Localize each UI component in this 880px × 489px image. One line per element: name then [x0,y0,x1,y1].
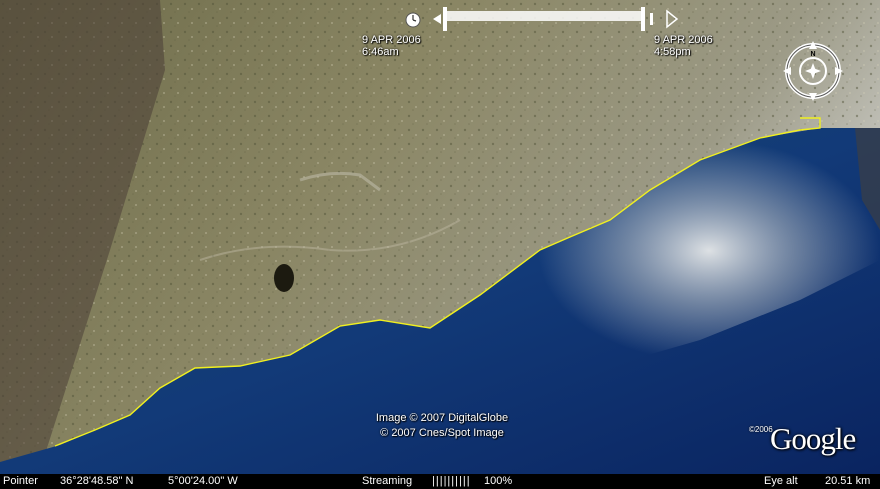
pointer-label: Pointer [3,475,38,487]
satellite-map[interactable] [0,0,880,474]
play-icon[interactable] [666,9,679,29]
slider-track[interactable] [445,11,645,21]
slider-pause-bar[interactable] [650,13,653,25]
pointer-longitude: 5°00'24.00" W [168,475,238,487]
time-start-time: 6:46am [362,46,399,58]
streaming-percent: 100% [484,475,513,487]
google-logo: Google [770,421,856,456]
time-end-date: 9 APR 2006 [654,34,713,46]
map-viewport[interactable]: 9 APR 2006 6:46am 9 APR 2006 4:58pm N Im… [0,0,880,489]
streaming-progress-bars: |||||||||| [432,475,471,487]
pointer-latitude: 36°28'48.58" N [60,475,134,487]
credit-line-2: © 2007 Cnes/Spot Image [380,427,504,439]
eye-alt-value: 20.51 km [825,475,871,487]
eye-alt-label: Eye alt [764,475,798,487]
reservoir [274,264,294,292]
status-bar: Pointer 36°28'48.58" N 5°00'24.00" W Str… [0,474,880,489]
time-start-date: 9 APR 2006 [362,34,421,46]
streaming-label: Streaming [362,475,413,487]
time-end-time: 4:58pm [654,46,691,58]
slider-end-handle[interactable] [641,7,645,31]
imagery-credits: Image © 2007 DigitalGlobe © 2007 Cnes/Sp… [362,411,522,441]
compass-north-label: N [810,51,815,58]
time-slider[interactable] [405,5,680,37]
slider-left-arrow[interactable] [433,14,441,24]
navigation-compass[interactable]: N [781,39,845,103]
slider-start-handle[interactable] [443,7,447,31]
credit-line-1: Image © 2007 DigitalGlobe [375,412,509,424]
